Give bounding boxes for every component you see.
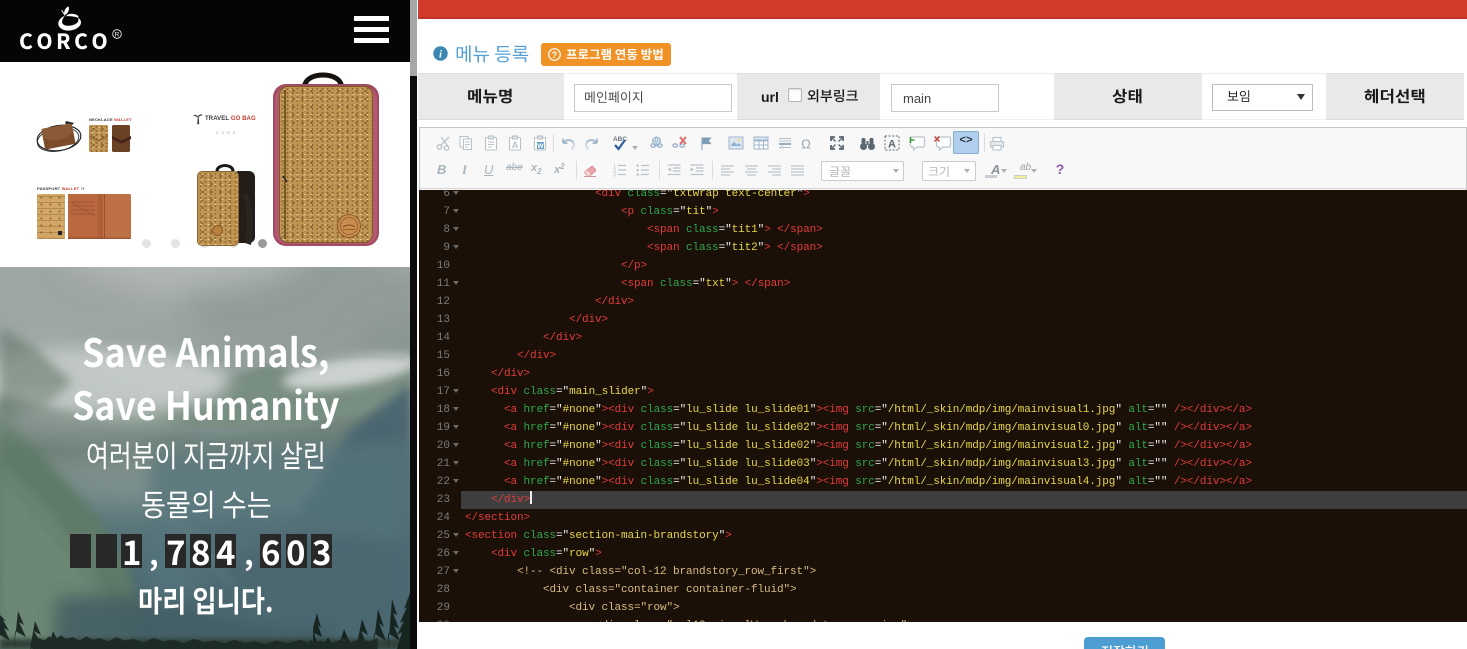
svg-text:A: A [512, 140, 519, 150]
svg-text:Ω: Ω [801, 136, 811, 151]
svg-text:A: A [888, 139, 896, 151]
svg-text:R: R [115, 31, 120, 38]
svg-text:W: W [537, 143, 544, 150]
svg-text:ABC: ABC [613, 136, 627, 143]
svg-text:?: ? [552, 50, 558, 60]
svg-text:A: A [780, 145, 784, 150]
svg-text:3: 3 [613, 173, 616, 178]
